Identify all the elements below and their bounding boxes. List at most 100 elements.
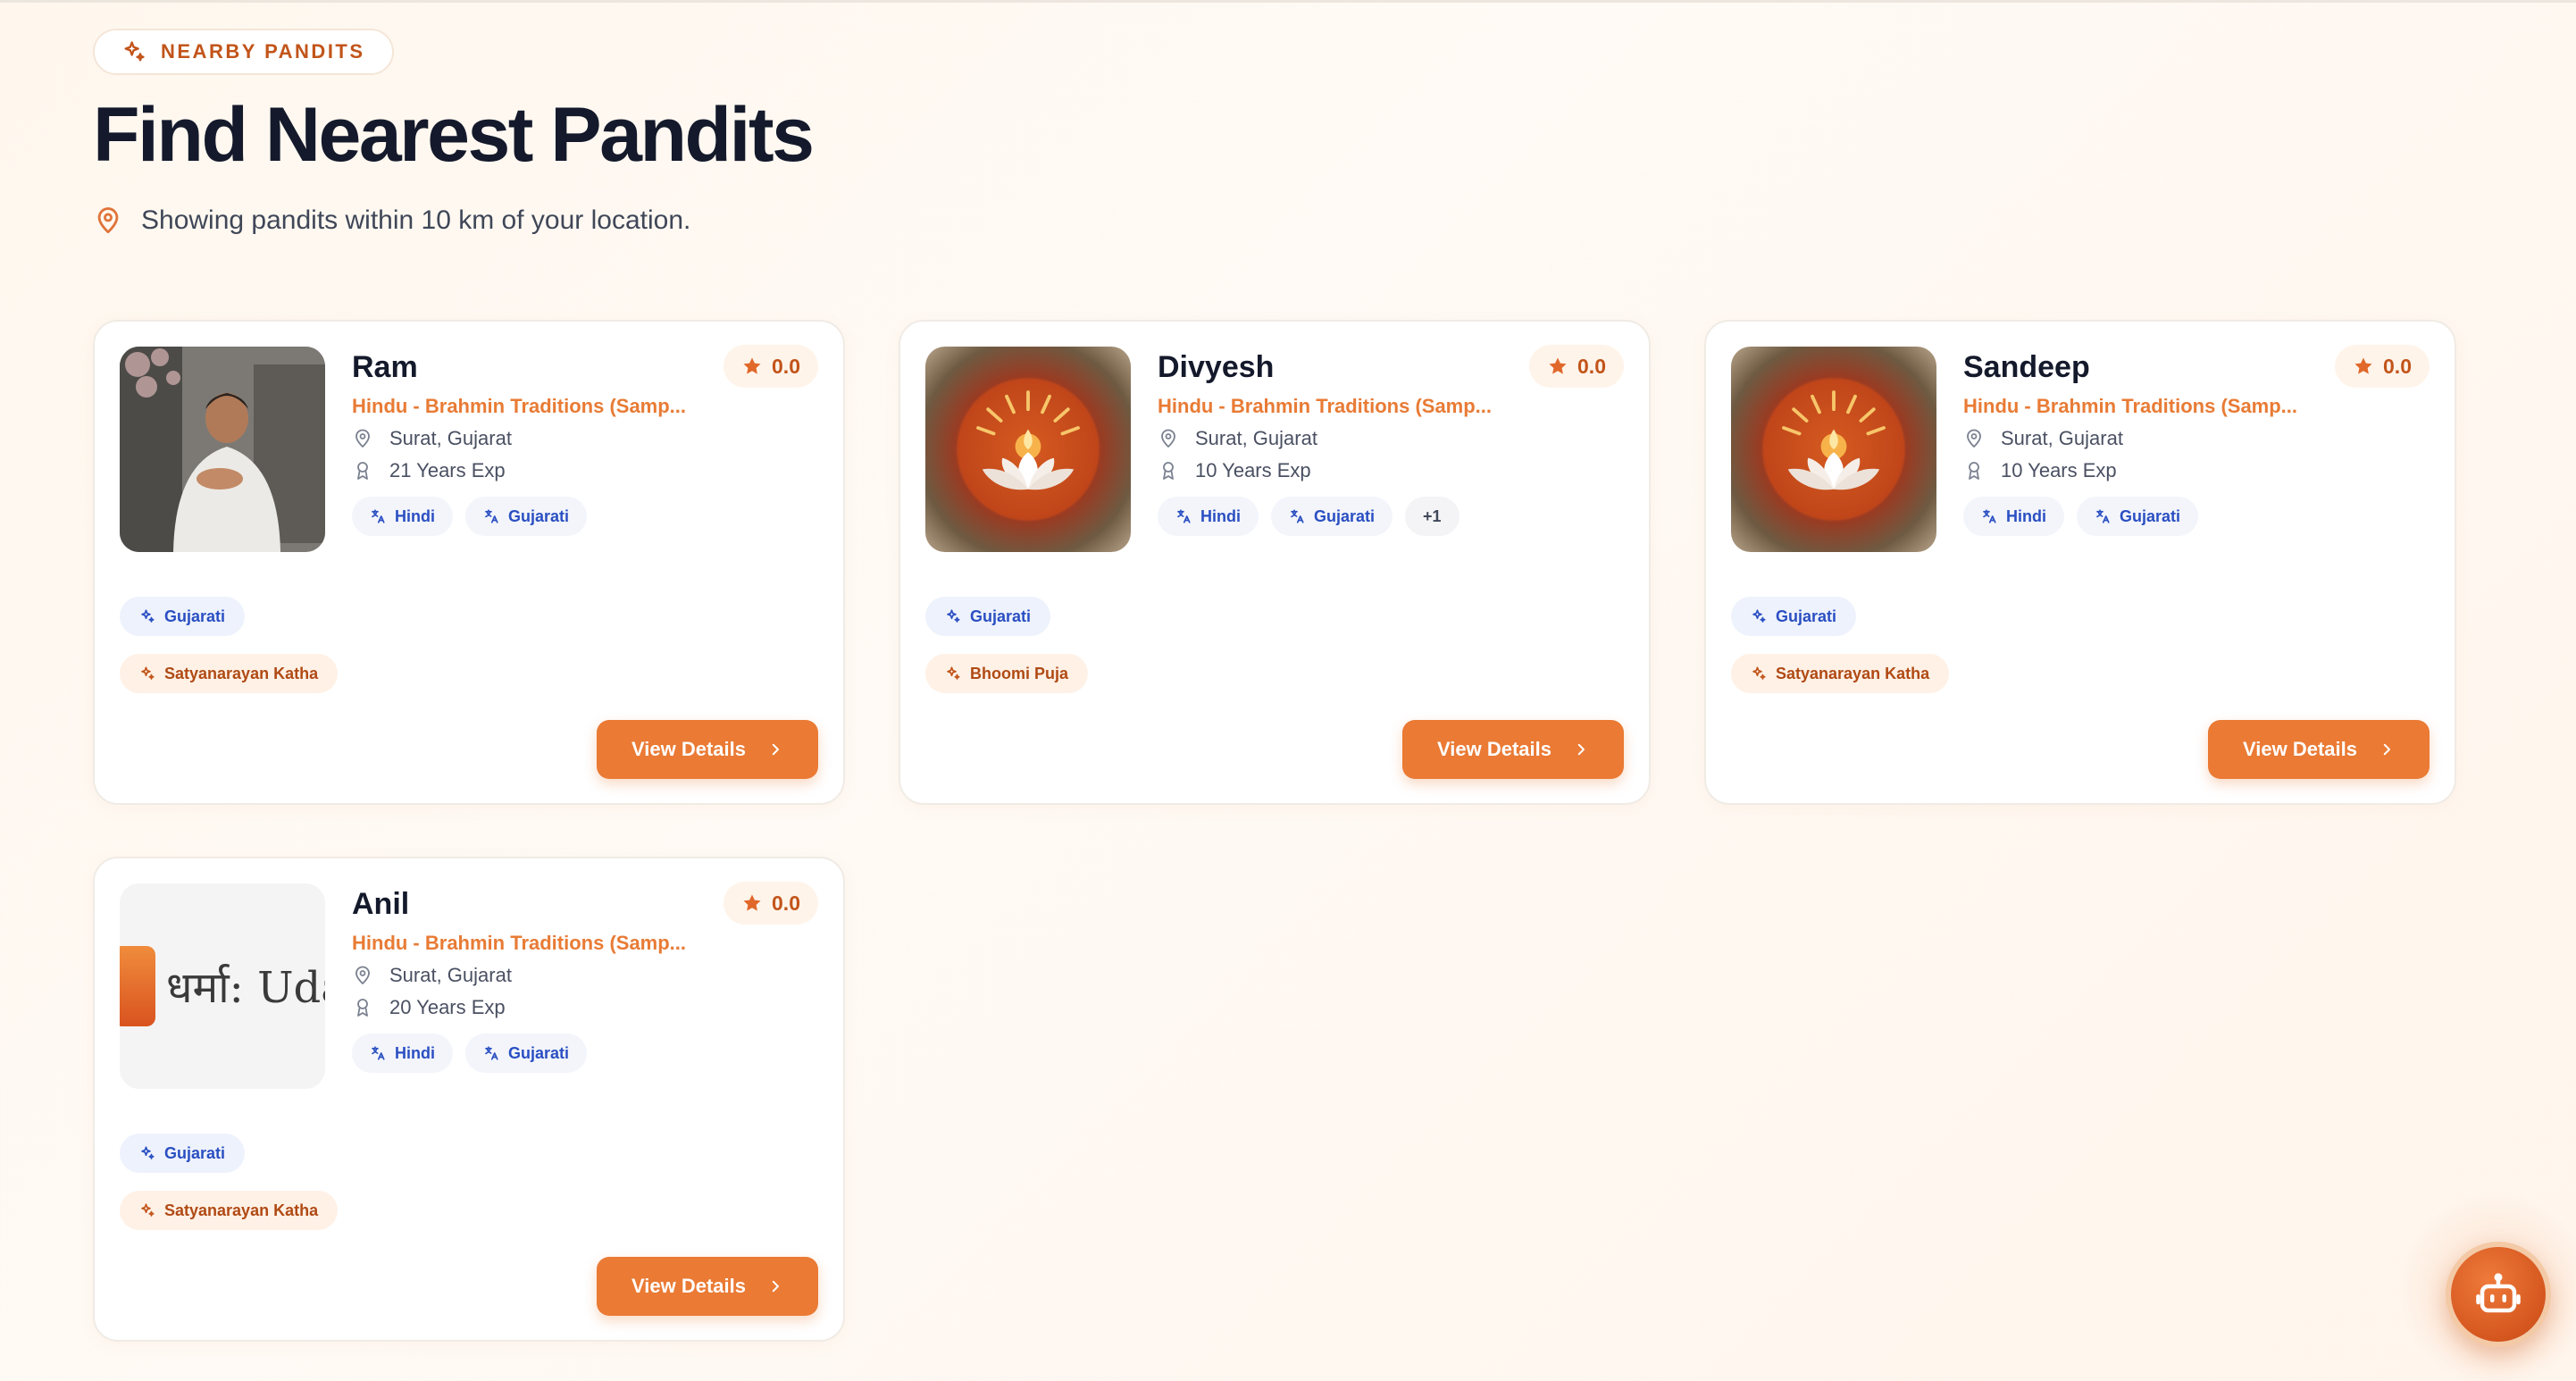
rating-value: 0.0 bbox=[1577, 354, 1606, 378]
view-details-label: View Details bbox=[2243, 738, 2357, 760]
language-chip-label: Hindi bbox=[395, 506, 435, 525]
logo-text: धर्मा: Uda bbox=[166, 962, 325, 1013]
section-badge: NEARBY PANDITS bbox=[93, 29, 394, 75]
translate-icon bbox=[1291, 509, 1304, 523]
translate-icon bbox=[1177, 509, 1191, 523]
pandit-avatar bbox=[925, 347, 1131, 552]
pandit-experience: 21 Years Exp bbox=[352, 459, 506, 482]
language-chip-label: Gujarati bbox=[508, 506, 570, 525]
language-chip-label: Gujarati bbox=[1314, 506, 1376, 525]
language-chip: Gujarati bbox=[1271, 497, 1393, 536]
translate-icon bbox=[372, 1046, 385, 1060]
pandit-avatar: धर्मा: Uda bbox=[120, 883, 325, 1089]
experience-text: 10 Years Exp bbox=[2001, 459, 2117, 481]
pandit-card: धर्मा: Uda Anil Hindu - Brahmin Traditio… bbox=[93, 857, 845, 1342]
translate-icon bbox=[485, 1046, 498, 1060]
language-chip-label: Hindi bbox=[2006, 506, 2046, 525]
language-chip: Hindi bbox=[1963, 497, 2064, 536]
chevron-right-icon bbox=[772, 743, 779, 756]
language-chip: Gujarati bbox=[2077, 497, 2199, 536]
experience-text: 10 Years Exp bbox=[1195, 459, 1311, 481]
award-icon bbox=[357, 999, 368, 1017]
language-tag: Gujarati bbox=[120, 1134, 246, 1173]
sparkles-icon bbox=[1752, 609, 1766, 623]
chevron-right-icon bbox=[772, 1280, 779, 1293]
language-chips: Hindi Gujarati bbox=[352, 1034, 588, 1073]
map-pin-icon bbox=[355, 966, 370, 984]
language-tag: Gujarati bbox=[120, 597, 246, 636]
pandit-avatar bbox=[120, 347, 325, 552]
chevron-right-icon bbox=[1577, 743, 1585, 756]
view-details-button[interactable]: View Details bbox=[2208, 720, 2430, 779]
language-chip-label: Gujarati bbox=[2120, 506, 2181, 525]
service-tag-label: Satyanarayan Katha bbox=[164, 1201, 319, 1219]
award-icon bbox=[1969, 462, 1979, 480]
rating-value: 0.0 bbox=[772, 354, 800, 378]
pandit-name: Anil bbox=[352, 887, 410, 921]
translate-icon bbox=[1983, 509, 1996, 523]
location-text: Surat, Gujarat bbox=[1195, 427, 1317, 449]
chevron-right-icon bbox=[2383, 743, 2390, 756]
pandit-tradition: Hindu - Brahmin Traditions (Samp... bbox=[352, 395, 687, 417]
pandit-card: Sandeep Hindu - Brahmin Traditions (Samp… bbox=[1704, 320, 2456, 805]
lotus-lamp-icon bbox=[1782, 390, 1886, 490]
pandit-tradition: Hindu - Brahmin Traditions (Samp... bbox=[1963, 395, 2298, 417]
sparkles-icon bbox=[1752, 666, 1766, 680]
chatbot-button[interactable] bbox=[2446, 1242, 2551, 1347]
top-divider bbox=[0, 0, 2576, 3]
service-tag: Satyanarayan Katha bbox=[120, 1191, 339, 1230]
pandit-experience: 10 Years Exp bbox=[1963, 459, 2117, 482]
service-tag: Satyanarayan Katha bbox=[1731, 654, 1950, 693]
pandit-location: Surat, Gujarat bbox=[1963, 427, 2123, 450]
language-tag: Gujarati bbox=[925, 597, 1051, 636]
brand-logo: धर्मा: Uda bbox=[120, 946, 325, 1026]
pandit-name: Ram bbox=[352, 350, 418, 384]
language-chip: Hindi bbox=[352, 497, 453, 536]
language-chip-label: Gujarati bbox=[508, 1043, 570, 1062]
language-tag-label: Gujarati bbox=[164, 607, 226, 625]
rating-value: 0.0 bbox=[772, 891, 800, 915]
location-text: Surat, Gujarat bbox=[2001, 427, 2123, 449]
sparkles-icon bbox=[947, 609, 960, 623]
robot-icon bbox=[2476, 1273, 2521, 1313]
translate-icon bbox=[372, 509, 385, 523]
star-icon bbox=[2354, 357, 2372, 374]
pandit-card: Divyesh Hindu - Brahmin Traditions (Samp… bbox=[899, 320, 1651, 805]
map-pin-icon bbox=[355, 429, 370, 448]
star-icon bbox=[1549, 357, 1567, 374]
award-icon bbox=[1163, 462, 1174, 480]
pandit-experience: 10 Years Exp bbox=[1158, 459, 1311, 482]
map-pin-icon bbox=[1161, 429, 1175, 448]
view-details-button[interactable]: View Details bbox=[597, 1257, 818, 1316]
language-tag-label: Gujarati bbox=[1776, 607, 1837, 625]
rating-badge: 0.0 bbox=[1529, 345, 1624, 388]
star-icon bbox=[743, 894, 761, 911]
view-details-button[interactable]: View Details bbox=[597, 720, 818, 779]
lotus-logo-icon bbox=[120, 946, 155, 1026]
lotus-lamp-icon bbox=[976, 390, 1080, 490]
badge-label: NEARBY PANDITS bbox=[161, 40, 365, 63]
sparkles-icon bbox=[141, 1203, 155, 1217]
pandit-grid: Ram Hindu - Brahmin Traditions (Samp... … bbox=[93, 320, 2456, 1342]
service-tag: Bhoomi Puja bbox=[925, 654, 1089, 693]
star-icon bbox=[743, 357, 761, 374]
language-tag-label: Gujarati bbox=[970, 607, 1032, 625]
view-details-label: View Details bbox=[631, 1275, 746, 1297]
sparkles-icon bbox=[141, 666, 155, 680]
service-tag: Satyanarayan Katha bbox=[120, 654, 339, 693]
view-details-label: View Details bbox=[631, 738, 746, 760]
language-chip: Hindi bbox=[352, 1034, 453, 1073]
pandit-location: Surat, Gujarat bbox=[352, 427, 512, 450]
view-details-button[interactable]: View Details bbox=[1402, 720, 1624, 779]
pandit-tradition: Hindu - Brahmin Traditions (Samp... bbox=[352, 932, 687, 954]
pandit-experience: 20 Years Exp bbox=[352, 996, 506, 1019]
service-tag-label: Bhoomi Puja bbox=[970, 664, 1069, 682]
pandit-card: Ram Hindu - Brahmin Traditions (Samp... … bbox=[93, 320, 845, 805]
translate-icon bbox=[485, 509, 498, 523]
language-chip: Gujarati bbox=[465, 497, 588, 536]
pandit-location: Surat, Gujarat bbox=[352, 964, 512, 987]
location-text: Surat, Gujarat bbox=[389, 964, 512, 986]
service-tag-label: Satyanarayan Katha bbox=[164, 664, 319, 682]
location-subtitle: Showing pandits within 10 km of your loc… bbox=[93, 205, 2460, 236]
rating-value: 0.0 bbox=[2383, 354, 2412, 378]
